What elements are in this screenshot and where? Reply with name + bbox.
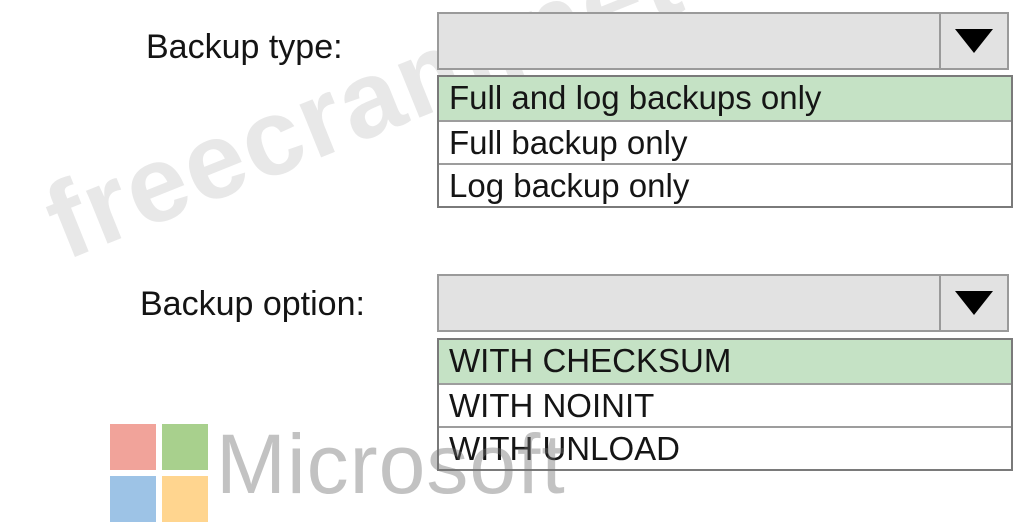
- triangle-down-icon: [955, 291, 993, 315]
- backup-option-with-checksum[interactable]: WITH CHECKSUM: [439, 340, 1011, 383]
- backup-type-option-log[interactable]: Log backup only: [439, 163, 1011, 206]
- backup-type-label: Backup type:: [146, 28, 343, 66]
- logo-square-blue: [110, 476, 156, 522]
- backup-type-option-full[interactable]: Full backup only: [439, 120, 1011, 163]
- backup-type-options: Full and log backups only Full backup on…: [437, 75, 1013, 208]
- logo-square-green: [162, 424, 208, 470]
- microsoft-logo-icon: [110, 424, 210, 524]
- backup-type-option-full-and-log[interactable]: Full and log backups only: [439, 77, 1011, 120]
- triangle-down-icon: [955, 29, 993, 53]
- backup-option-label: Backup option:: [140, 285, 365, 323]
- logo-square-red: [110, 424, 156, 470]
- backup-option-dropdown[interactable]: [437, 274, 1009, 332]
- microsoft-wordmark: Microsoft: [216, 417, 566, 511]
- backup-type-dropdown[interactable]: [437, 12, 1009, 70]
- logo-square-yellow: [162, 476, 208, 522]
- backup-option-dropdown-button[interactable]: [939, 276, 1007, 330]
- backup-type-dropdown-button[interactable]: [939, 14, 1007, 68]
